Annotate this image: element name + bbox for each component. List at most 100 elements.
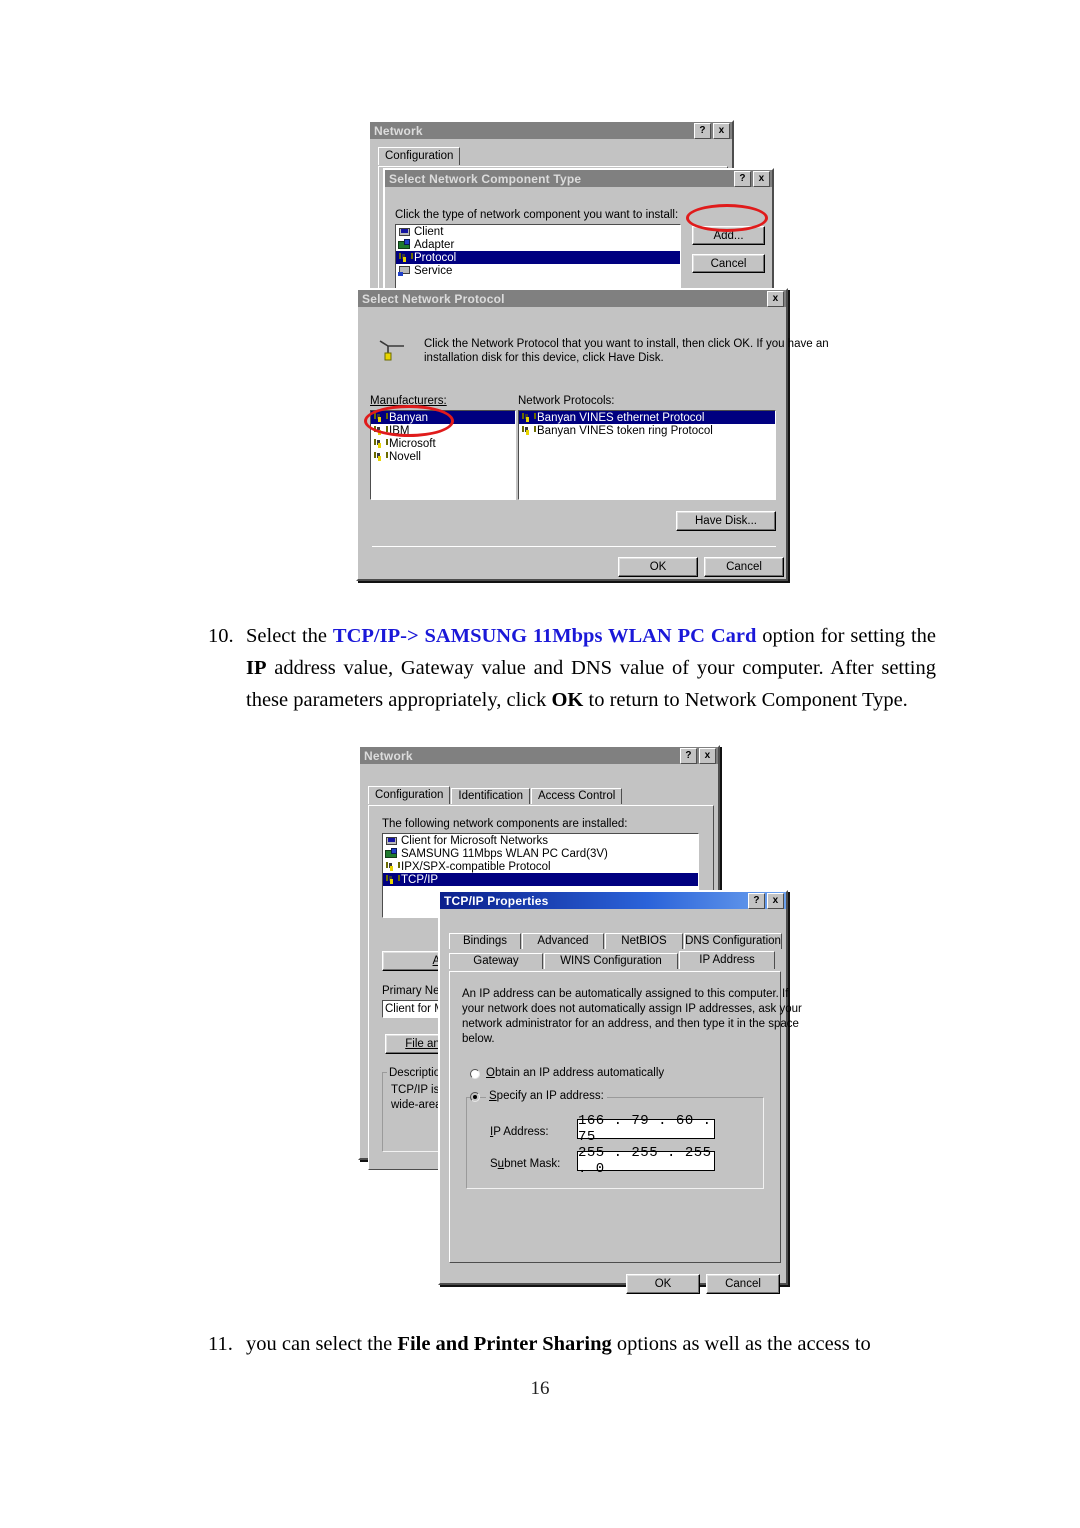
help-icon[interactable]: ? [680, 747, 697, 764]
service-icon [398, 265, 411, 277]
network-protocols-listbox[interactable]: Banyan VINES ethernet Protocol Banyan VI… [518, 410, 776, 500]
subnet-mask-input[interactable]: 255 . 255 . 255 . 0 [577, 1145, 715, 1177]
page-number: 16 [530, 1378, 550, 1399]
ip-address-label: IP Address: [490, 1126, 549, 1138]
protocol-client: Click the Network Protocol that you want… [358, 307, 829, 596]
close-icon[interactable]: x [767, 290, 784, 307]
tab-configuration[interactable]: Configuration [368, 786, 451, 804]
component-type-listbox[interactable]: Client Adapter Protocol Service [395, 224, 681, 296]
radio-dot [473, 1095, 477, 1099]
help-icon[interactable]: ? [694, 122, 711, 139]
client-icon [398, 226, 411, 238]
tcpip-properties-dialog[interactable]: TCP/IP Properties ? x Bindings Advanced … [438, 890, 802, 1294]
tcpip-tabrow-1: Bindings Advanced NetBIOS DNS Configurat… [449, 933, 783, 949]
paragraph-11-number: 11. [208, 1333, 233, 1355]
list-item[interactable]: TCP/IP [383, 873, 698, 886]
tab-identification[interactable]: Identification [451, 788, 530, 804]
radio-specify-ip[interactable] [470, 1092, 480, 1102]
close-icon[interactable]: x [753, 170, 770, 187]
p10-tail: to return to Network Component Type. [583, 689, 908, 711]
tcpip-info-line2: your network does not automatically assi… [462, 1003, 802, 1015]
select-network-protocol-dialog[interactable]: Select Network Protocol x Click the Netw… [356, 288, 829, 581]
paragraph-11: 11. you can select the File and Printer … [208, 1328, 936, 1360]
help-icon[interactable]: ? [748, 892, 765, 909]
list-item[interactable]: Client [396, 225, 680, 238]
have-disk-button[interactable]: Have Disk... [676, 511, 776, 531]
tab-advanced[interactable]: Advanced [522, 933, 604, 949]
component-type-title: Select Network Component Type [389, 171, 582, 186]
protocol-icon [398, 252, 411, 264]
ok-button[interactable]: OK [618, 557, 698, 577]
cancel-button[interactable]: Cancel [704, 557, 784, 577]
tcpip-info-line1: An IP address can be automatically assig… [462, 988, 789, 1000]
tcpip-client: Bindings Advanced NetBIOS DNS Configurat… [440, 909, 802, 1300]
adapter-icon [385, 847, 398, 860]
protocol-icon [521, 412, 534, 424]
radio-obtain-ip-automatically[interactable] [470, 1069, 480, 1079]
list-item[interactable]: Adapter [396, 238, 680, 251]
figure2-network-title: Network [364, 748, 413, 763]
manufacturers-label: Manufacturers: [370, 395, 447, 407]
protocol-title: Select Network Protocol [362, 291, 505, 306]
list-item[interactable]: Banyan [371, 411, 515, 424]
component-type-titlebar: Select Network Component Type ? x [385, 170, 772, 187]
protocol-instruction-line2: installation disk for this device, click… [424, 352, 664, 364]
tab-configuration[interactable]: Configuration [378, 147, 461, 165]
description-line1: TCP/IP is [391, 1084, 440, 1096]
tab-dns-configuration[interactable]: DNS Configuration [684, 933, 782, 949]
figure1-network-tabrow: Configuration [378, 147, 461, 165]
close-icon[interactable]: x [767, 892, 784, 909]
list-item[interactable]: Banyan VINES ethernet Protocol [519, 411, 775, 424]
protocol-titlebar: Select Network Protocol x [358, 290, 786, 307]
p10-pre: Select the [246, 625, 333, 647]
ip-address-input[interactable]: 166 . 79 . 60 . 75 [577, 1113, 715, 1145]
list-item[interactable]: Banyan VINES token ring Protocol [519, 424, 775, 437]
protocol-instruction-line1: Click the Network Protocol that you want… [424, 338, 829, 350]
description-label: Descriptio [387, 1067, 443, 1079]
protocol-glyph [379, 340, 404, 361]
p11-bold1: File and Printer Sharing [397, 1333, 612, 1355]
select-network-component-type-dialog[interactable]: Select Network Component Type ? x Click … [383, 168, 774, 298]
list-item[interactable]: SAMSUNG 11Mbps WLAN PC Card(3V) [383, 847, 698, 860]
figure1-network-title: Network [374, 123, 423, 138]
figure1-network-titlebar: Network ? x [370, 122, 732, 139]
protocol-icon [373, 412, 386, 424]
description-line2: wide-area [391, 1099, 442, 1111]
subnet-mask-label: Subnet Mask: [490, 1158, 561, 1170]
list-item[interactable]: Protocol [396, 251, 680, 264]
p11-pre: you can select the [246, 1333, 398, 1355]
figure2-network-tabrow: Configuration Identification Access Cont… [368, 786, 623, 804]
radio-specify-ip-label: Specify an IP address: [486, 1090, 607, 1102]
paragraph-10-body: Select the TCP/IP-> SAMSUNG 11Mbps WLAN … [246, 620, 936, 716]
tab-access-control[interactable]: Access Control [530, 788, 623, 804]
component-type-prompt: Click the type of network component you … [395, 209, 679, 221]
list-item[interactable]: Microsoft [371, 437, 515, 450]
close-icon[interactable]: x [699, 747, 716, 764]
list-item[interactable]: Novell [371, 450, 515, 463]
list-item[interactable]: IBM [371, 424, 515, 437]
tab-ip-address[interactable]: IP Address [679, 951, 775, 969]
p10-bold1: IP [246, 657, 267, 679]
help-icon[interactable]: ? [734, 170, 751, 187]
network-protocols-label: Network Protocols: [518, 395, 615, 407]
cancel-button[interactable]: Cancel [692, 254, 765, 273]
tab-bindings[interactable]: Bindings [449, 933, 521, 949]
protocol-icon [521, 425, 534, 437]
p10-bold2: OK [551, 689, 584, 711]
list-item[interactable]: Service [396, 264, 680, 277]
p10-mid1: option for setting the [756, 625, 936, 647]
paragraph-11-body: you can select the File and Printer Shar… [246, 1328, 936, 1360]
add-button[interactable]: Add... [692, 226, 765, 245]
tab-netbios[interactable]: NetBIOS [605, 933, 683, 949]
list-item[interactable]: IPX/SPX-compatible Protocol [383, 860, 698, 873]
tab-wins-configuration[interactable]: WINS Configuration [544, 953, 678, 969]
cancel-button[interactable]: Cancel [706, 1274, 780, 1294]
manufacturers-listbox[interactable]: Banyan IBM Microsoft Novell [370, 410, 516, 500]
ok-button[interactable]: OK [626, 1274, 700, 1294]
close-icon[interactable]: x [713, 122, 730, 139]
primary-network-label: Primary Net [382, 985, 443, 997]
tab-gateway[interactable]: Gateway [449, 953, 543, 969]
list-item[interactable]: Client for Microsoft Networks [383, 834, 698, 847]
tcpip-title: TCP/IP Properties [444, 893, 549, 908]
figure2-network-titlebar: Network ? x [360, 747, 718, 764]
